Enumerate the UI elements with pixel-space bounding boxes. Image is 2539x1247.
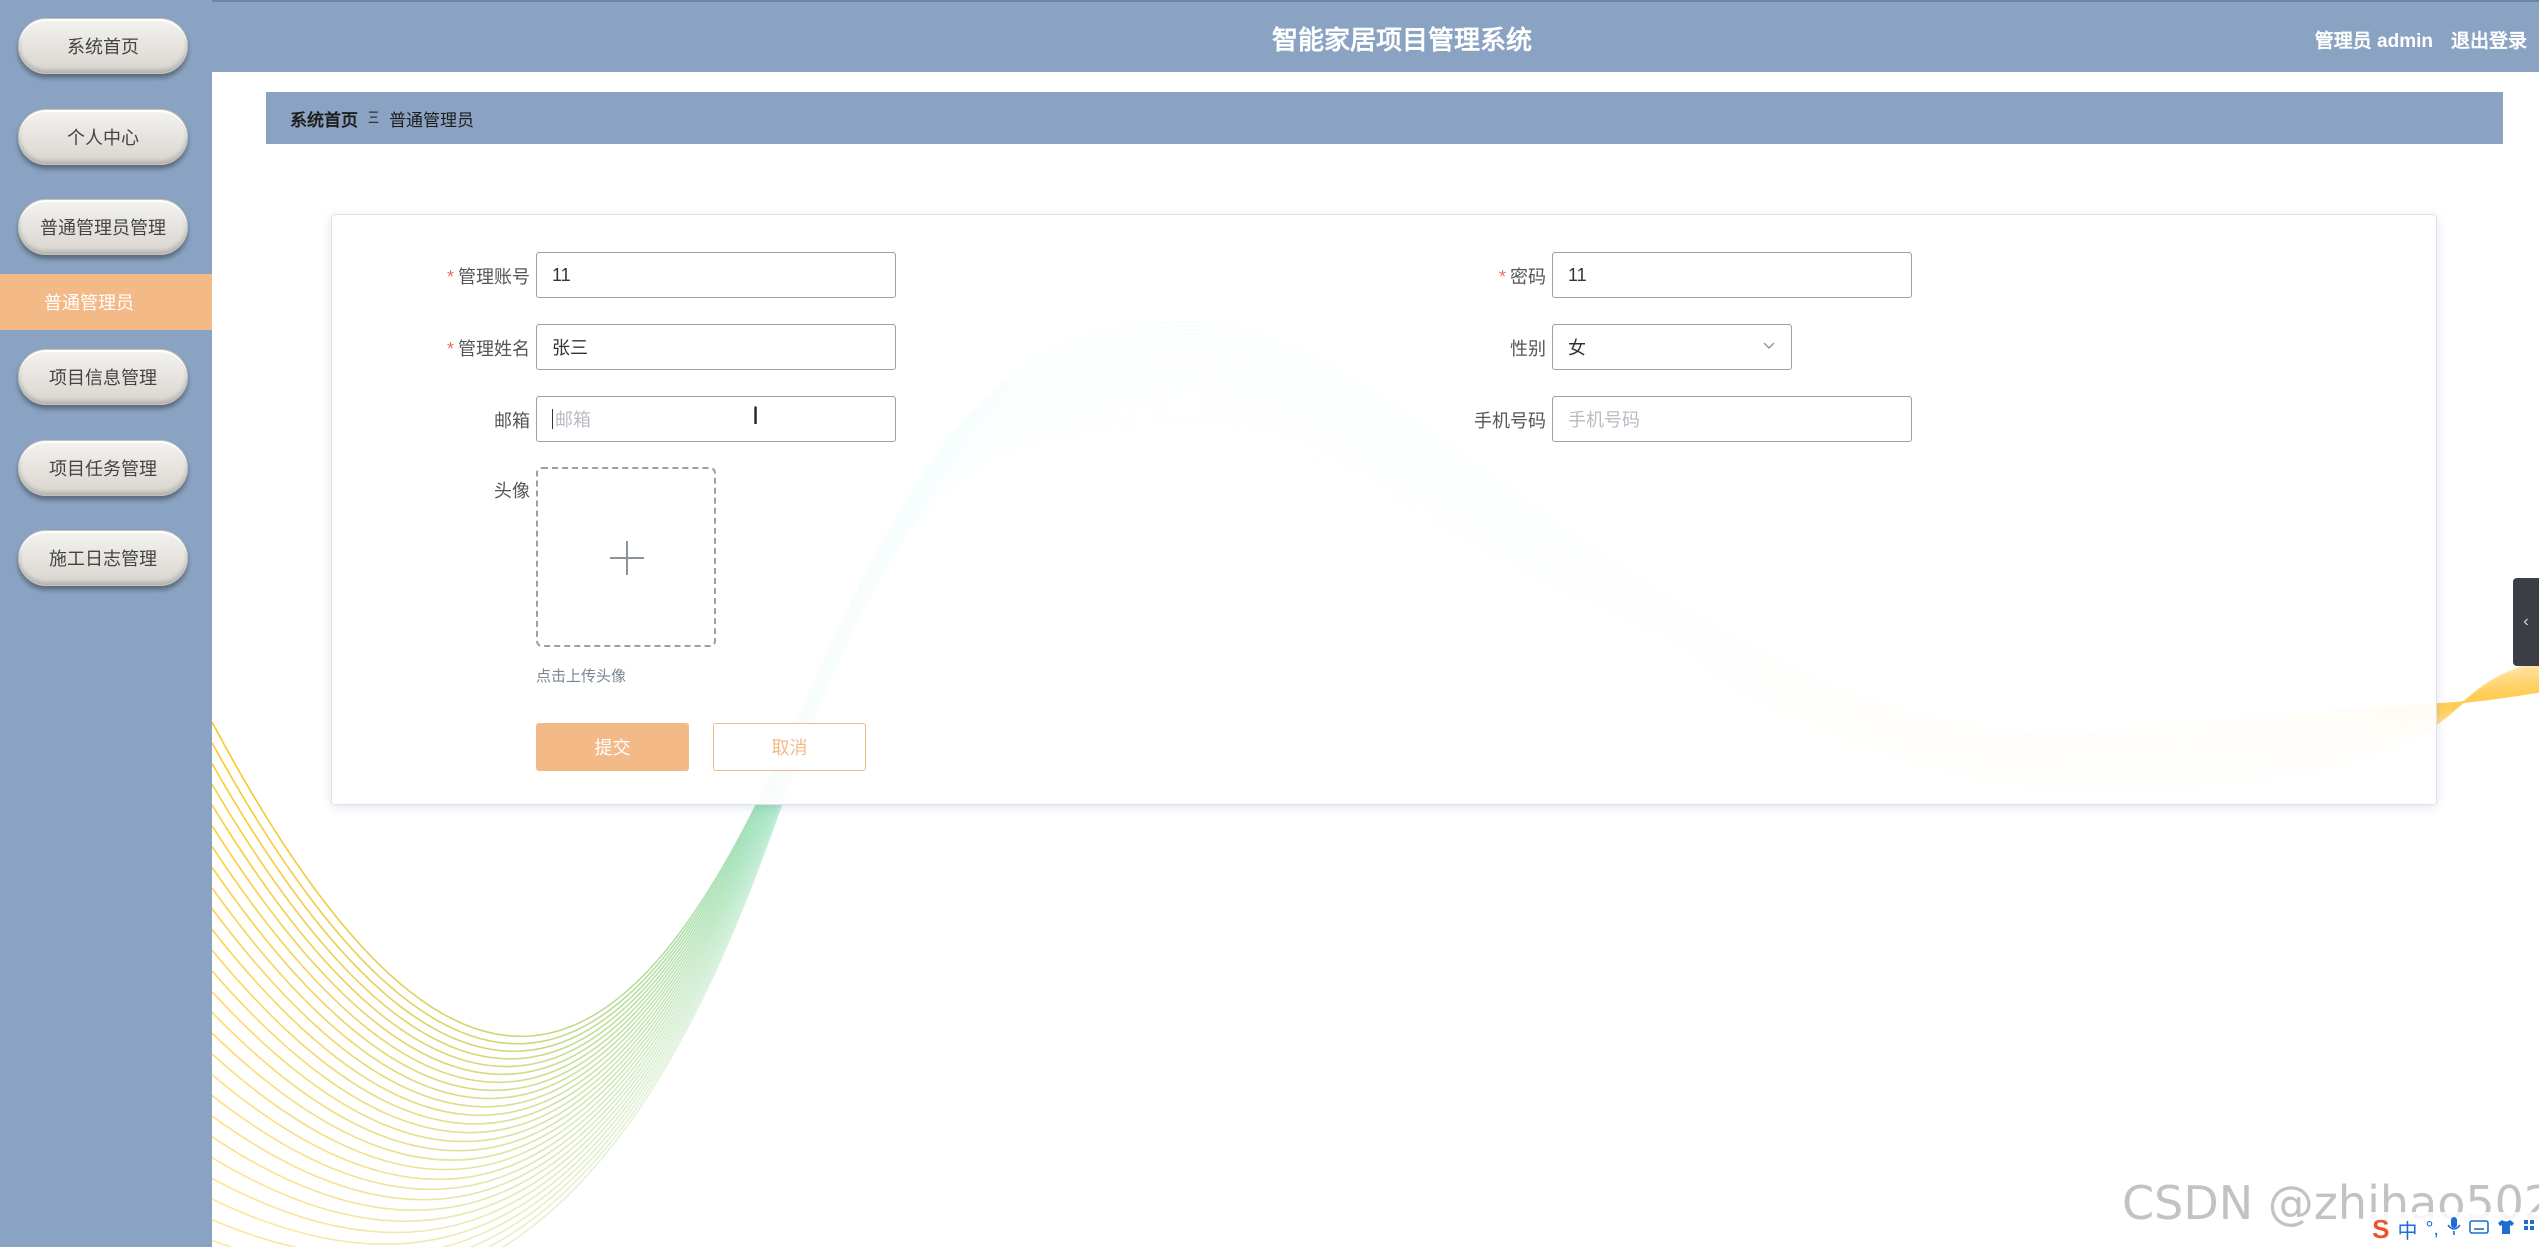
microphone-icon[interactable] <box>2447 1216 2461 1242</box>
chevron-down-icon <box>1761 337 1777 356</box>
password-label: * 密码 <box>1498 267 1546 287</box>
sidebar-item-home[interactable]: 系统首页 <box>18 18 188 74</box>
chevron-left-icon: ‹ <box>2523 613 2529 630</box>
submit-button[interactable]: 提交 <box>536 723 689 771</box>
sidebar-item-construction-log[interactable]: 施工日志管理 <box>18 530 188 586</box>
sidebar-item-admin-management[interactable]: 普通管理员管理 <box>18 199 188 255</box>
email-label: 邮箱 <box>494 411 530 431</box>
ime-logo-icon: S <box>2372 1213 2390 1244</box>
sidebar-item-project-info[interactable]: 项目信息管理 <box>18 349 188 405</box>
sidebar-item-personal-center[interactable]: 个人中心 <box>18 109 188 165</box>
app-title: 智能家居项目管理系统 <box>1272 26 1533 56</box>
phone-input[interactable]: 手机号码 <box>1552 396 1912 442</box>
sidebar: 系统首页 个人中心 普通管理员管理 普通管理员 项目信息管理 项目任务管理 施工… <box>0 0 212 1247</box>
gender-select[interactable]: 女 <box>1552 324 1792 370</box>
required-mark: * <box>446 267 454 287</box>
cancel-button[interactable]: 取消 <box>713 723 866 771</box>
email-input[interactable]: 邮箱 <box>536 396 896 442</box>
skin-icon[interactable] <box>2497 1218 2515 1241</box>
name-input[interactable]: 张三 <box>536 324 896 370</box>
logout-link[interactable]: 退出登录 <box>2451 26 2527 53</box>
punctuation-icon[interactable]: °, <box>2425 1218 2439 1241</box>
side-drawer-toggle[interactable]: ‹ <box>2513 578 2539 666</box>
email-placeholder: 邮箱 <box>555 410 591 430</box>
phone-label: 手机号码 <box>1474 411 1546 431</box>
avatar-hint: 点击上传头像 <box>536 668 627 685</box>
breadcrumb: 系统首页 Ξ 普通管理员 <box>266 92 2503 144</box>
avatar-uploader[interactable] <box>536 467 716 647</box>
user-label: 管理员 admin <box>2314 31 2433 52</box>
top-bar: 智能家居项目管理系统 管理员 admin 退出登录 <box>212 0 2539 72</box>
name-label: * 管理姓名 <box>446 339 530 359</box>
breadcrumb-separator: Ξ <box>368 108 380 127</box>
ime-language-indicator[interactable]: 中 <box>2397 1215 2417 1244</box>
required-mark: * <box>446 339 454 359</box>
required-mark: * <box>1498 267 1506 287</box>
sidebar-item-project-task[interactable]: 项目任务管理 <box>18 440 188 496</box>
sidebar-item-admin-active[interactable]: 普通管理员 <box>0 274 212 330</box>
mouse-text-cursor-icon: I <box>752 402 760 430</box>
gender-label: 性别 <box>1510 339 1546 359</box>
gender-value: 女 <box>1568 338 1586 358</box>
breadcrumb-home[interactable]: 系统首页 <box>290 106 358 131</box>
grid-menu-icon[interactable] <box>2523 1218 2535 1241</box>
account-label: * 管理账号 <box>446 267 530 287</box>
ime-toolbar[interactable]: S 中 °, <box>2366 1212 2539 1246</box>
text-caret <box>552 409 553 429</box>
avatar-label: 头像 <box>494 481 530 501</box>
account-input[interactable]: 11 <box>536 252 896 298</box>
breadcrumb-current: 普通管理员 <box>389 110 475 130</box>
password-input[interactable]: 11 <box>1552 252 1912 298</box>
keyboard-icon[interactable] <box>2469 1218 2489 1241</box>
user-area: 管理员 admin 退出登录 <box>2315 26 2527 53</box>
admin-form: * 管理账号 11 * 密码 11 * 管理姓名 张三 性别 女 邮箱 邮箱 手机号码… <box>331 214 2437 805</box>
